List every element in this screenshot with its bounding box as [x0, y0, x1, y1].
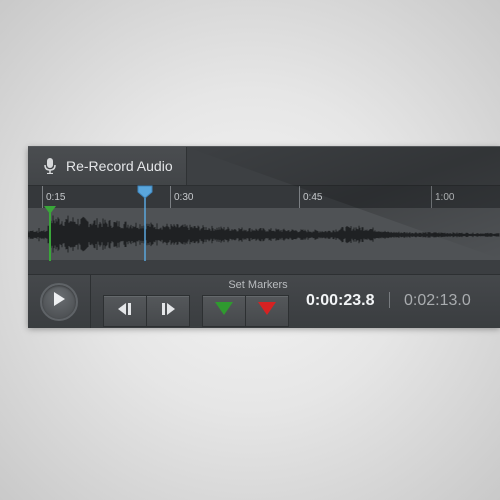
waveform-path	[27, 215, 500, 253]
ruler-tick: 0:30	[170, 186, 193, 208]
step-back-button[interactable]	[103, 295, 147, 327]
set-start-marker-button[interactable]	[202, 295, 246, 327]
step-forward-icon	[160, 302, 176, 320]
start-marker-icon	[215, 301, 233, 321]
current-time: 0:00:23.8	[306, 292, 375, 309]
playhead[interactable]	[137, 185, 153, 261]
play-icon	[52, 291, 66, 312]
tab-rerecord-audio[interactable]: Re-Record Audio	[28, 147, 187, 185]
ruler-tick-label: 0:45	[303, 192, 323, 203]
total-time: 0:02:13.0	[404, 292, 471, 309]
timeline-ruler[interactable]: 0:15 0:30 0:45 1:00	[28, 185, 500, 209]
step-forward-button[interactable]	[146, 295, 190, 327]
end-marker-icon	[258, 301, 276, 321]
waveform	[27, 215, 500, 253]
waveform-area[interactable]	[27, 208, 500, 260]
tab-strip	[187, 147, 500, 185]
ruler-tick-label: 1:00	[435, 192, 455, 203]
start-marker[interactable]	[43, 205, 57, 261]
mic-icon	[40, 158, 60, 174]
ruler-tick: 1:00	[431, 186, 454, 208]
rerecord-audio-panel: Re-Record Audio 0:15 0:30 0:45 1:00 Set …	[27, 146, 500, 328]
ruler-tick-label: 0:15	[46, 192, 66, 203]
time-separator	[389, 292, 390, 308]
ruler-tick-label: 0:30	[174, 192, 194, 203]
panel-title: Re-Record Audio	[66, 158, 173, 174]
step-back-icon	[117, 302, 133, 320]
transport-controls: Set Markers 0:00:23.8 0:02:13.0	[28, 274, 500, 328]
ruler-tick: 0:45	[299, 186, 322, 208]
set-markers-label: Set Markers	[228, 279, 288, 291]
play-area	[28, 275, 91, 328]
play-button[interactable]	[40, 282, 78, 321]
set-end-marker-button[interactable]	[245, 295, 289, 327]
